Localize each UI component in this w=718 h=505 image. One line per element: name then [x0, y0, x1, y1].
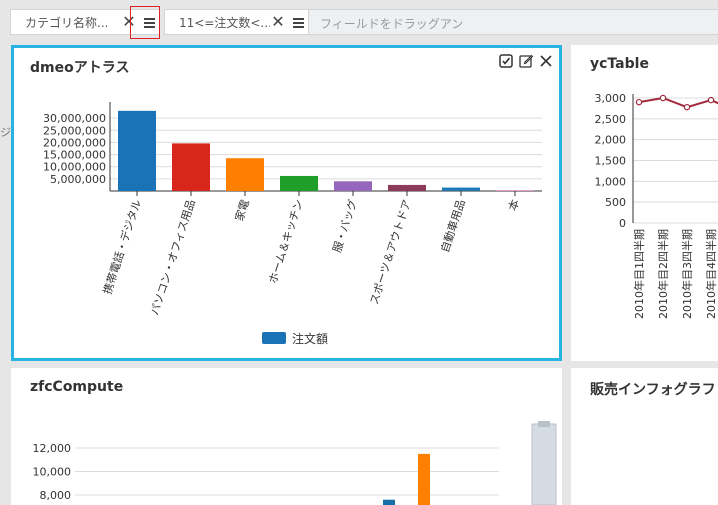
scroll-handle — [531, 423, 557, 505]
x-tick-label: スポーツ＆アウトドア — [368, 198, 414, 306]
data-point — [635, 98, 643, 106]
filter-bar: カテゴリ名称... ✕ 11<=注文数<... ✕ フィールドをドラッグアン — [0, 0, 718, 42]
bar — [388, 184, 426, 191]
bar — [172, 143, 210, 191]
x-tick-label: 本 — [505, 198, 522, 213]
legend-swatch — [262, 332, 286, 344]
filter-chip-label: 11<=注文数<... — [179, 15, 270, 30]
bar — [334, 181, 372, 191]
y-tick-label: 0 — [619, 217, 626, 230]
x-tick-label: 2010年目2四半期 — [656, 229, 670, 319]
bar-chart: 5,000,00010,000,00015,000,00020,000,0002… — [43, 102, 542, 346]
y-tick-label: 30,000,000 — [43, 112, 106, 125]
panel-title: 販売インフォグラフ — [590, 382, 716, 398]
legend-label: 注文額 — [292, 331, 328, 346]
y-tick-label: 5,000,000 — [50, 173, 106, 186]
series-line — [638, 96, 718, 109]
y-tick-label: 8,000 — [40, 489, 72, 502]
bar — [383, 499, 395, 505]
data-point — [659, 94, 667, 102]
x-tick-label: 携帯電話・デジタル — [100, 198, 144, 296]
filter-chip-label: カテゴリ名称... — [25, 15, 109, 30]
filter-chip-order-count[interactable]: 11<=注文数<... ✕ — [164, 9, 309, 35]
y-tick-label: 2,000 — [595, 134, 627, 147]
y-tick-label: 500 — [605, 196, 626, 209]
x-tick-label: 2010年目4四半期 — [704, 229, 718, 319]
data-point — [707, 96, 715, 104]
x-tick-label: 2010年目1四半期 — [632, 229, 646, 319]
bar — [418, 453, 430, 505]
menu-icon[interactable] — [290, 13, 308, 31]
bar — [118, 110, 156, 191]
y-tick-label: 10,000 — [33, 466, 72, 479]
y-tick-label: 20,000,000 — [43, 136, 106, 149]
chart-panel-main[interactable]: dmeoアトラス 5,000,000 10,000,000 15,000,000 20… — [11, 45, 562, 361]
bar — [280, 175, 318, 191]
x-tick-label: ホーム＆キッチン — [266, 198, 305, 285]
x-tick-label: パソコン・オフィス用品 — [148, 198, 198, 317]
highlight-box — [130, 6, 160, 39]
x-tick-label: 2010年目3四半期 — [680, 229, 694, 319]
x-tick-label: 自動車用品 — [438, 198, 468, 255]
x-tick-label: 家電 — [232, 198, 252, 223]
chart-panel-bottom[interactable]: zfcCompute 8,000 10,000 12,000 — [11, 368, 562, 505]
y-tick-label: 15,000,000 — [43, 149, 106, 162]
y-tick-label: 25,000,000 — [43, 124, 106, 137]
y-tick-label: 1,000 — [595, 175, 627, 188]
bar — [226, 158, 264, 191]
field-drop-zone[interactable]: フィールドをドラッグアン — [309, 9, 718, 35]
side-label: ジ — [0, 126, 11, 139]
bar — [442, 187, 480, 191]
bar-chart: 8,000 10,000 12,000 — [33, 421, 557, 505]
y-tick-label: 3,000 — [595, 92, 627, 105]
data-point — [683, 103, 691, 111]
y-tick-label: 12,000 — [33, 442, 72, 455]
x-tick-label: 服・バッグ — [330, 198, 360, 255]
chart-panel-right[interactable]: ycTable 0 500 1,000 1,500 2,000 2,500 3,000 201… — [571, 45, 718, 361]
close-icon[interactable]: ✕ — [270, 14, 286, 30]
bar — [496, 190, 534, 191]
y-tick-label: 2,500 — [595, 113, 627, 126]
chart-panel-bottom-right[interactable]: 販売インフォグラフ — [571, 368, 718, 505]
y-tick-label: 10,000,000 — [43, 161, 106, 174]
line-chart: 0 500 1,000 1,500 2,000 2,500 3,000 2010年目1四半期 2… — [595, 92, 718, 319]
scroll-grip — [538, 421, 550, 427]
y-tick-label: 1,500 — [595, 155, 627, 168]
